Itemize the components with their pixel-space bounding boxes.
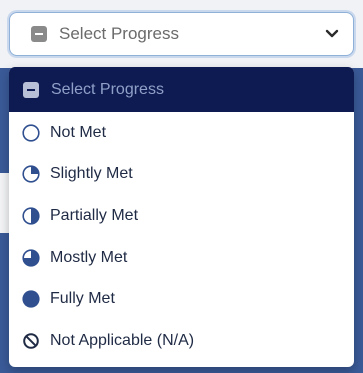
empty-circle-icon — [22, 124, 40, 142]
option-not-applicable[interactable]: Not Applicable (N/A) — [9, 320, 354, 362]
option-partially-met[interactable]: Partially Met — [9, 195, 354, 237]
three-quarter-circle-icon — [22, 248, 40, 267]
option-slightly-met[interactable]: Slightly Met — [9, 154, 354, 196]
progress-select[interactable]: Select Progress — [9, 12, 354, 56]
option-select-progress[interactable]: Select Progress — [9, 67, 354, 112]
option-label: Select Progress — [51, 80, 164, 98]
minus-square-icon — [31, 26, 47, 42]
select-value: Select Progress — [59, 24, 179, 43]
prohibited-icon — [23, 332, 39, 349]
option-label: Slightly Met — [50, 165, 133, 183]
option-label: Not Met — [50, 123, 107, 141]
option-label: Partially Met — [50, 206, 139, 224]
progress-dropdown-menu: Select Progress Not Met Slightly Met Par… — [9, 67, 354, 367]
full-circle-icon — [22, 290, 40, 308]
half-circle-icon — [22, 207, 40, 225]
option-mostly-met[interactable]: Mostly Met — [9, 237, 354, 279]
quarter-circle-icon — [22, 165, 40, 183]
option-label: Not Applicable (N/A) — [50, 331, 195, 349]
option-label: Fully Met — [50, 290, 115, 308]
option-not-met[interactable]: Not Met — [9, 112, 354, 154]
minus-square-icon — [23, 81, 39, 98]
option-fully-met[interactable]: Fully Met — [9, 278, 354, 320]
chevron-down-icon[interactable] — [325, 29, 339, 39]
option-label: Mostly Met — [50, 248, 128, 266]
